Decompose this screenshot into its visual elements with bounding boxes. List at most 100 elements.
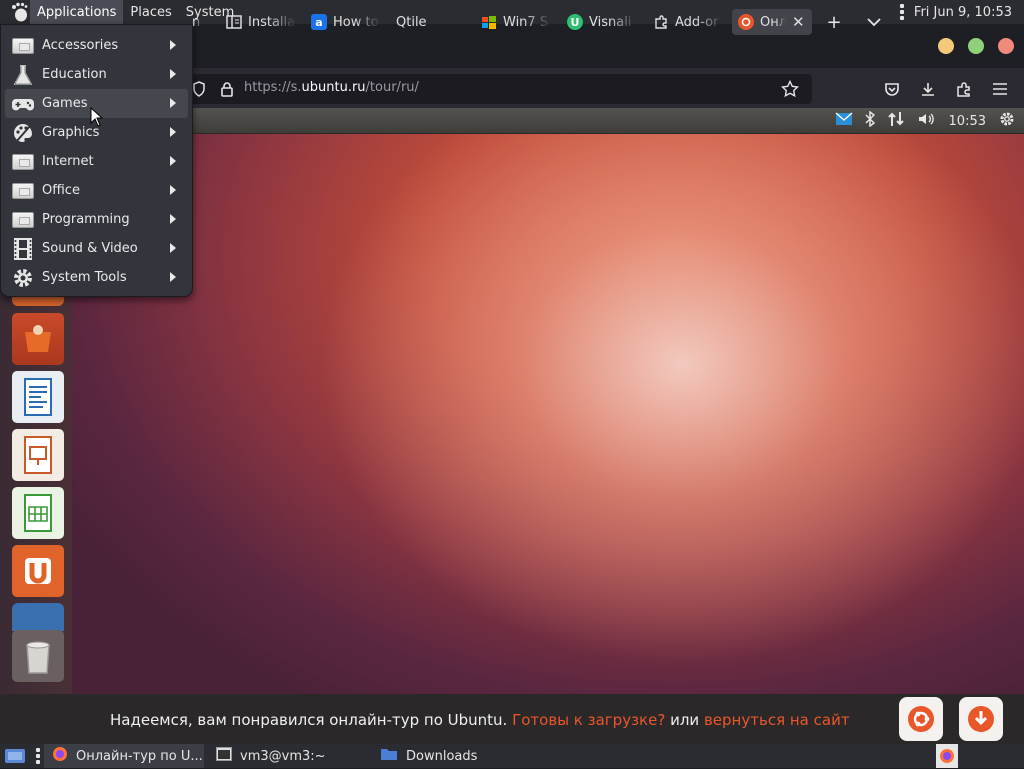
- bluetooth-icon[interactable]: [865, 110, 875, 131]
- mail-icon[interactable]: [835, 112, 853, 130]
- ubuntu-one-icon[interactable]: [12, 545, 64, 597]
- internet-icon: [11, 151, 35, 173]
- task-downloads[interactable]: Downloads: [372, 744, 532, 768]
- menu-item-label: Education: [42, 67, 107, 82]
- menu-item-internet[interactable]: Internet: [1, 147, 192, 176]
- bookmark-star-icon[interactable]: [779, 78, 801, 100]
- download-icon[interactable]: [917, 78, 939, 100]
- libreoffice-calc-icon[interactable]: [12, 487, 64, 539]
- download-link[interactable]: Готовы к загрузке?: [512, 711, 665, 729]
- applications-dropdown: Accessories Education Games Graphics Int…: [0, 24, 193, 297]
- tab-5-label: Win7 S: [503, 14, 549, 30]
- or-text: или: [670, 711, 700, 729]
- ubuntu-icon: [738, 14, 754, 30]
- u-icon: U: [567, 14, 583, 30]
- firefox-tray-icon[interactable]: [936, 744, 958, 768]
- url-path: /tour/ru/: [365, 80, 419, 95]
- taskbar-handle-icon[interactable]: [36, 748, 40, 764]
- tab-4-label: Qtile: [396, 14, 427, 30]
- tab-2[interactable]: Installa: [226, 9, 296, 35]
- mouse-pointer-icon: [90, 106, 104, 131]
- menu-item-accessories[interactable]: Accessories: [1, 31, 192, 60]
- gear-icon[interactable]: [998, 110, 1016, 132]
- tab-5[interactable]: Win7 S: [481, 9, 551, 35]
- menu-item-education[interactable]: Education: [1, 60, 192, 89]
- back-to-site-link[interactable]: вернуться на сайт: [704, 711, 850, 729]
- thunderbird-icon[interactable]: [12, 603, 64, 631]
- gamepad-icon: [11, 93, 35, 115]
- maximize-button[interactable]: [968, 38, 984, 54]
- ubuntu-panel-time[interactable]: 10:53: [949, 114, 986, 129]
- close-tab-icon[interactable]: ✕: [792, 13, 805, 31]
- tour-finish-text: Надеемся, вам понравился онлайн-тур по U…: [110, 711, 850, 729]
- windows-icon: [481, 14, 497, 30]
- task-firefox[interactable]: Онлайн-тур по U...: [44, 744, 204, 768]
- accessories-icon: [11, 35, 35, 57]
- task-terminal-label: vm3@vm3:~: [240, 748, 326, 764]
- task-terminal[interactable]: vm3@vm3:~: [208, 744, 368, 768]
- folder-icon: [380, 747, 398, 765]
- new-tab-button[interactable]: +: [824, 12, 844, 33]
- tab-8-label: Онл: [760, 14, 786, 30]
- a-icon: a: [311, 14, 327, 30]
- minimize-button[interactable]: [938, 38, 954, 54]
- office-icon: [11, 180, 35, 202]
- flask-icon: [11, 64, 35, 86]
- tour-message: Надеемся, вам понравился онлайн-тур по U…: [110, 711, 508, 729]
- terminal-icon: [216, 747, 232, 765]
- applications-menu[interactable]: Applications: [30, 0, 124, 24]
- pocket-icon[interactable]: [881, 78, 903, 100]
- close-window-button[interactable]: [998, 38, 1014, 54]
- menu-item-system-tools[interactable]: System Tools: [1, 263, 192, 292]
- url-text[interactable]: https://s.ubuntu.ru/tour/ru/: [244, 80, 419, 95]
- url-domain: ubuntu.ru: [301, 80, 366, 95]
- software-center-icon[interactable]: [12, 313, 64, 365]
- network-icon[interactable]: [887, 111, 905, 131]
- menu-item-label: Programming: [42, 212, 130, 227]
- tab-8-selected[interactable]: Онл ✕: [732, 9, 812, 35]
- places-menu[interactable]: Places: [123, 0, 178, 24]
- volume-icon[interactable]: [917, 111, 937, 131]
- hamburger-menu-icon[interactable]: [989, 78, 1011, 100]
- task-firefox-label: Онлайн-тур по U...: [76, 748, 203, 764]
- top-panel-right: Fri Jun 9, 10:53: [899, 0, 1012, 24]
- gnome-foot-icon[interactable]: [10, 2, 30, 22]
- menu-item-label: Internet: [42, 154, 94, 169]
- ubuntu-tray: 10:53: [835, 108, 1024, 134]
- libreoffice-writer-icon[interactable]: [12, 371, 64, 423]
- menu-item-label: Sound & Video: [42, 241, 138, 256]
- show-desktop-icon[interactable]: [4, 747, 26, 769]
- clock[interactable]: Fri Jun 9, 10:53: [914, 5, 1012, 20]
- ubuntu-logo-button[interactable]: [899, 697, 943, 741]
- tab-6-label: Visnali: [589, 14, 632, 30]
- ubuntu-desktop-wallpaper: [72, 134, 1024, 694]
- menu-item-label: System Tools: [42, 270, 127, 285]
- menu-item-office[interactable]: Office: [1, 176, 192, 205]
- programming-icon: [11, 209, 35, 231]
- extensions-icon[interactable]: [953, 78, 975, 100]
- film-icon: [11, 237, 35, 260]
- menu-item-label: Games: [42, 96, 88, 111]
- tab-1-label: n: [192, 14, 201, 30]
- trash-icon[interactable]: [12, 630, 64, 682]
- tab-4[interactable]: Qtile: [396, 9, 456, 35]
- tab-7[interactable]: Add-or: [653, 9, 723, 35]
- firefox-icon: [52, 746, 68, 766]
- tab-2-label: Installa: [248, 14, 296, 30]
- book-icon: [226, 14, 242, 30]
- handle-icon[interactable]: [899, 4, 904, 20]
- tab-3[interactable]: a How to: [311, 9, 381, 35]
- tab-6[interactable]: U Visnali: [567, 9, 637, 35]
- palette-icon: [11, 122, 35, 144]
- tab-7-label: Add-or: [675, 14, 719, 30]
- download-button[interactable]: [959, 697, 1003, 741]
- tab-3-label: How to: [333, 14, 379, 30]
- menu-item-sound-video[interactable]: Sound & Video: [1, 234, 192, 263]
- tab-1[interactable]: n: [192, 9, 208, 35]
- puzzle-icon: [653, 14, 669, 30]
- menu-item-programming[interactable]: Programming: [1, 205, 192, 234]
- libreoffice-impress-icon[interactable]: [12, 429, 64, 481]
- lock-icon[interactable]: [216, 78, 238, 100]
- task-downloads-label: Downloads: [406, 748, 478, 764]
- tab-list-button[interactable]: [864, 12, 884, 32]
